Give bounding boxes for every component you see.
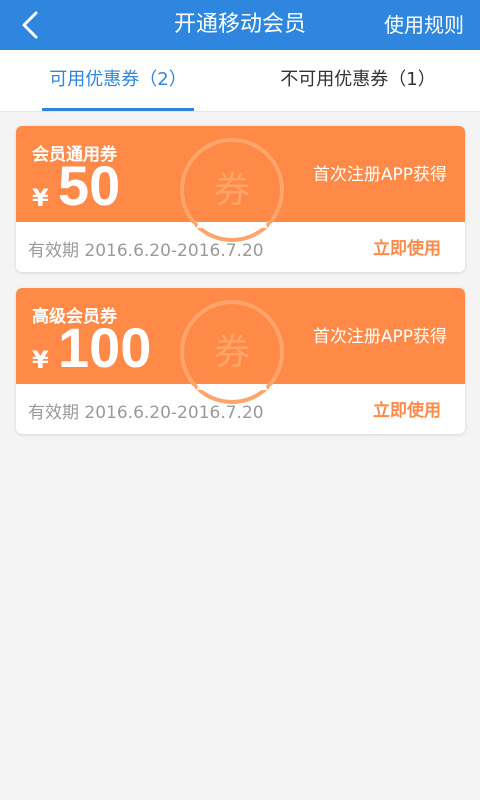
coupon-watermark-icon: 券 <box>180 300 284 404</box>
tab-available[interactable]: 可用优惠券（2） <box>0 50 236 112</box>
watermark-text: 券 <box>214 170 250 211</box>
coupon-watermark-icon: 券 <box>180 138 284 242</box>
tab-unavailable[interactable]: 不可用优惠券（1） <box>236 50 480 112</box>
currency-symbol: ¥ <box>32 346 49 374</box>
coupon-validity: 有效期 2016.6.20-2016.7.20 <box>28 403 264 423</box>
usage-rules-link[interactable]: 使用规则 <box>384 0 464 50</box>
coupon-amount: 100 <box>58 316 152 379</box>
tab-indicator <box>42 108 194 111</box>
coupon-tabs: 可用优惠券（2） 不可用优惠券（1） <box>0 50 480 112</box>
coupon-header: 券 会员通用券 ¥ 50 首次注册APP获得 <box>16 126 465 242</box>
currency-symbol: ¥ <box>32 184 49 212</box>
scallop-edge <box>16 216 465 228</box>
coupon-validity: 有效期 2016.6.20-2016.7.20 <box>28 241 264 261</box>
use-now-button[interactable]: 立即使用 <box>373 234 441 259</box>
coupon-amount: 50 <box>58 154 121 217</box>
watermark-text: 券 <box>214 332 250 373</box>
coupon-source: 首次注册APP获得 <box>312 165 447 185</box>
use-now-button[interactable]: 立即使用 <box>373 396 441 421</box>
coupon-header: 券 高级会员券 ¥ 100 首次注册APP获得 <box>16 288 465 404</box>
coupon-card[interactable]: 券 高级会员券 ¥ 100 首次注册APP获得 有效期 2016.6.20-20… <box>16 288 465 434</box>
coupon-source: 首次注册APP获得 <box>312 327 447 347</box>
coupon-card[interactable]: 券 会员通用券 ¥ 50 首次注册APP获得 有效期 2016.6.20-201… <box>16 126 465 272</box>
scallop-edge <box>16 378 465 390</box>
top-bar: 开通移动会员 使用规则 <box>0 0 480 50</box>
